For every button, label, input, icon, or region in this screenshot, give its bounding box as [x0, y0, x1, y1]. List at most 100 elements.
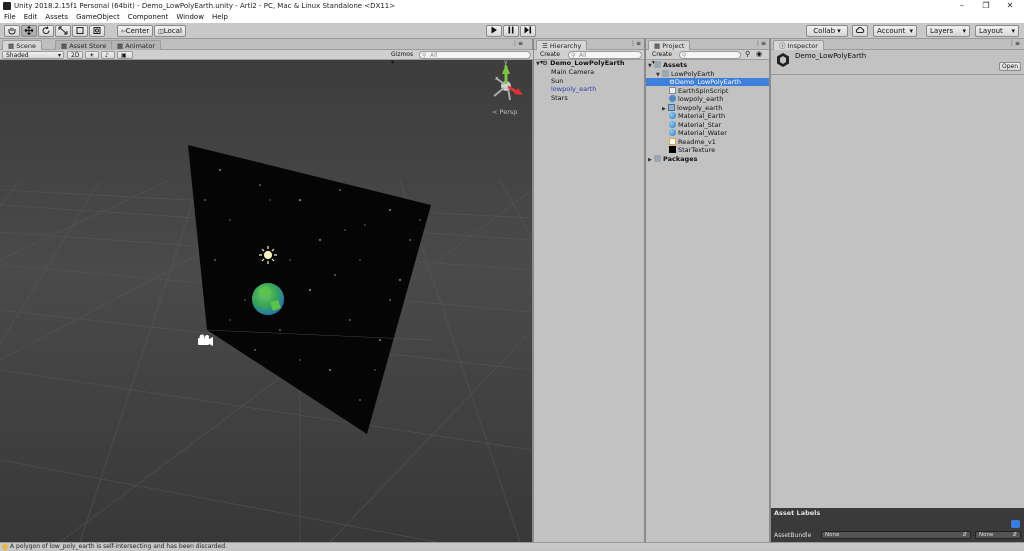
hierarchy-search-input[interactable]: ⚲ All: [568, 51, 642, 59]
scene-viewport[interactable]: x y < Persp: [0, 50, 532, 542]
menu-edit[interactable]: Edit: [20, 12, 42, 23]
assetbundle-label: AssetBundle: [774, 532, 812, 539]
hierarchy-create-dropdown[interactable]: Create ▾: [537, 51, 565, 66]
maximize-button[interactable]: ❐: [975, 0, 997, 12]
project-toolbar: Create ▾ ⚲ ⚲ ◉: [646, 50, 770, 66]
menu-assets[interactable]: Assets: [41, 12, 72, 23]
menu-help[interactable]: Help: [208, 12, 232, 23]
script-icon: [669, 87, 676, 94]
inspector-menu-icon[interactable]: ⋮≡: [1009, 40, 1020, 47]
folder-icon: [654, 155, 661, 162]
collab-button[interactable]: Collab ▾: [806, 25, 848, 37]
folder-icon: [662, 70, 669, 77]
pause-button[interactable]: [503, 25, 519, 37]
panel-menu-icon[interactable]: ⋮≡: [512, 40, 523, 47]
open-button[interactable]: Open: [999, 62, 1021, 71]
filter-by-label-icon[interactable]: ◉: [756, 50, 762, 58]
filter-by-type-icon[interactable]: ⚲: [745, 50, 750, 58]
project-item[interactable]: ▶ lowpoly_earth: [662, 104, 722, 112]
project-item[interactable]: lowpoly_earth: [669, 95, 723, 103]
project-item[interactable]: Material_Water: [669, 129, 727, 137]
earth-object[interactable]: [252, 283, 284, 315]
layers-dropdown[interactable]: Layers ▾: [926, 25, 970, 37]
project-tab-icon: ▦: [654, 42, 663, 50]
menu-window[interactable]: Window: [172, 12, 208, 23]
assetbundle-variant-dropdown[interactable]: None ⇵: [975, 531, 1021, 539]
scene-view[interactable]: x y < Persp: [0, 50, 532, 542]
assetbundle-dropdown[interactable]: None ⇵: [821, 531, 971, 539]
shading-mode-dropdown[interactable]: Shaded ▾: [2, 51, 64, 59]
perspective-label[interactable]: < Persp: [492, 108, 517, 116]
hierarchy-tab-icon: ☰: [542, 42, 550, 50]
project-packages-folder[interactable]: ▶ Packages: [648, 155, 697, 163]
project-create-dropdown[interactable]: Create ▾: [649, 51, 677, 66]
scene-toolbar: Shaded ▾ 2D ☀ ♪ ▣ Gizmos ▾ ⚲ All: [0, 50, 533, 66]
project-item[interactable]: EarthSpinScript: [669, 87, 728, 95]
info-icon: ⓘ: [779, 42, 788, 50]
project-menu-icon[interactable]: ⋮≡: [755, 40, 766, 47]
effects-dropdown[interactable]: ▣: [117, 51, 133, 59]
hierarchy-item-lowpoly-earth[interactable]: lowpoly_earth: [551, 85, 596, 93]
project-item[interactable]: Material_Star: [669, 121, 721, 129]
project-item[interactable]: ⚙Demo_LowPolyEarth: [646, 78, 770, 86]
tab-scene[interactable]: ▦ Scene: [2, 40, 43, 50]
layout-dropdown[interactable]: Layout ▾: [975, 25, 1019, 37]
pivot-toggle-button[interactable]: ⇦Center: [117, 25, 153, 37]
hierarchy-menu-icon[interactable]: ⋮≡: [630, 40, 641, 47]
2d-toggle[interactable]: 2D: [67, 51, 83, 59]
unity-scene-icon: ⚙: [542, 59, 551, 67]
rect-tool-button[interactable]: [72, 25, 88, 37]
move-tool-button[interactable]: [21, 25, 37, 37]
label-tag-icon[interactable]: [1011, 520, 1020, 528]
project-item[interactable]: StarTexture: [669, 146, 715, 154]
account-dropdown[interactable]: Account ▾: [873, 25, 917, 37]
tab-hierarchy[interactable]: ☰ Hierarchy: [536, 40, 588, 50]
cloud-button[interactable]: [852, 25, 868, 37]
hand-tool-button[interactable]: [4, 25, 20, 37]
project-assets-folder[interactable]: ▼ Assets: [648, 61, 687, 69]
audio-toggle[interactable]: ♪: [101, 51, 115, 59]
minimize-button[interactable]: –: [951, 0, 973, 12]
menu-component[interactable]: Component: [124, 12, 173, 23]
asset-store-icon: ▦: [61, 42, 70, 50]
project-lowpolyearth-folder[interactable]: ▼ LowPolyEarth: [656, 70, 715, 78]
close-button[interactable]: ✕: [999, 0, 1021, 12]
tab-animator[interactable]: ▦ Animator: [111, 40, 162, 50]
rotate-tool-button[interactable]: [38, 25, 54, 37]
hierarchy-scene-row[interactable]: ▼ ⚙ Demo_LowPolyEarth: [536, 59, 643, 67]
project-item[interactable]: Readme_v1: [669, 138, 716, 146]
scale-icon: [58, 26, 68, 35]
svg-text:x: x: [495, 75, 499, 82]
project-header: ▦ Project ⋮≡: [646, 39, 770, 50]
space-toggle-button[interactable]: ◫Local: [154, 25, 186, 37]
step-button[interactable]: [520, 25, 536, 37]
project-search-input[interactable]: ⚲: [679, 51, 741, 59]
menu-file[interactable]: File: [0, 12, 20, 23]
tab-project[interactable]: ▦ Project: [648, 40, 691, 50]
move-icon: [24, 26, 34, 35]
inspector-header: ⓘ Inspector ⋮≡: [771, 39, 1024, 50]
scene-tab-icon: ▦: [8, 42, 17, 50]
hierarchy-item-sun[interactable]: Sun: [551, 77, 563, 85]
scale-tool-button[interactable]: [55, 25, 71, 37]
hierarchy-item-main-camera[interactable]: Main Camera: [551, 68, 594, 76]
transform-icon: [93, 27, 101, 34]
project-item[interactable]: Material_Earth: [669, 112, 725, 120]
sun-icon: ☀: [89, 52, 95, 59]
gizmos-dropdown[interactable]: Gizmos ▾: [388, 51, 415, 66]
material-icon: [669, 121, 676, 128]
scene-search-input[interactable]: ⚲ All: [419, 51, 531, 59]
lighting-toggle[interactable]: ☀: [85, 51, 99, 59]
play-button[interactable]: [486, 25, 502, 37]
transform-tool-button[interactable]: [89, 25, 105, 37]
tab-asset-store[interactable]: ▦ Asset Store: [55, 40, 113, 50]
cloud-icon: [855, 26, 865, 33]
inspector-panel: ⓘ Inspector ⋮≡ Demo_LowPolyEarth Open As…: [771, 39, 1024, 542]
hierarchy-item-stars[interactable]: Stars: [551, 94, 568, 102]
scene-panel-header: ▦ Scene ▦ Asset Store ▦ Animator ⋮≡: [0, 39, 533, 50]
tab-inspector[interactable]: ⓘ Inspector: [773, 40, 824, 50]
rect-icon: [76, 27, 84, 34]
status-bar[interactable]: A polygon of low_poly_earth is self-inte…: [0, 542, 1024, 550]
window-title: Unity 2018.2.15f1 Personal (64bit) - Dem…: [14, 2, 396, 10]
menu-gameobject[interactable]: GameObject: [72, 12, 124, 23]
